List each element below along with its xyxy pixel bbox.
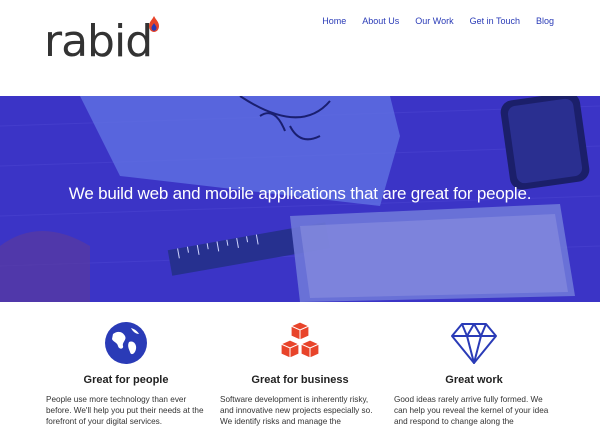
features-section: Great for people People use more technol… bbox=[0, 302, 600, 429]
main-nav: Home About Us Our Work Get in Touch Blog bbox=[306, 16, 554, 26]
flame-icon bbox=[149, 16, 159, 32]
nav-our-work[interactable]: Our Work bbox=[415, 16, 453, 26]
feature-body-people: People use more technology than ever bef… bbox=[46, 395, 204, 426]
feature-title-people: Great for people bbox=[83, 374, 169, 386]
feature-title-work: Great work bbox=[445, 374, 503, 386]
feature-body-work: Good ideas rarely arrive fully formed. W… bbox=[394, 395, 549, 426]
brand-name: rabid bbox=[44, 16, 153, 67]
site-header: rabid Home About Us Our Work Get in Touc… bbox=[0, 0, 600, 96]
boxes-icon bbox=[280, 321, 320, 359]
feature-title-business: Great for business bbox=[251, 374, 349, 386]
nav-home[interactable]: Home bbox=[322, 16, 346, 26]
feature-body-business: Software development is inherently risky… bbox=[220, 395, 373, 426]
brand-logo[interactable]: rabid bbox=[44, 14, 159, 67]
globe-icon bbox=[105, 322, 147, 364]
nav-about-us[interactable]: About Us bbox=[362, 16, 399, 26]
nav-get-in-touch[interactable]: Get in Touch bbox=[470, 16, 520, 26]
hero-headline: We build web and mobile applications tha… bbox=[68, 184, 532, 203]
hero-banner: We build web and mobile applications tha… bbox=[0, 96, 600, 302]
nav-blog[interactable]: Blog bbox=[536, 16, 554, 26]
diamond-icon bbox=[451, 323, 497, 364]
